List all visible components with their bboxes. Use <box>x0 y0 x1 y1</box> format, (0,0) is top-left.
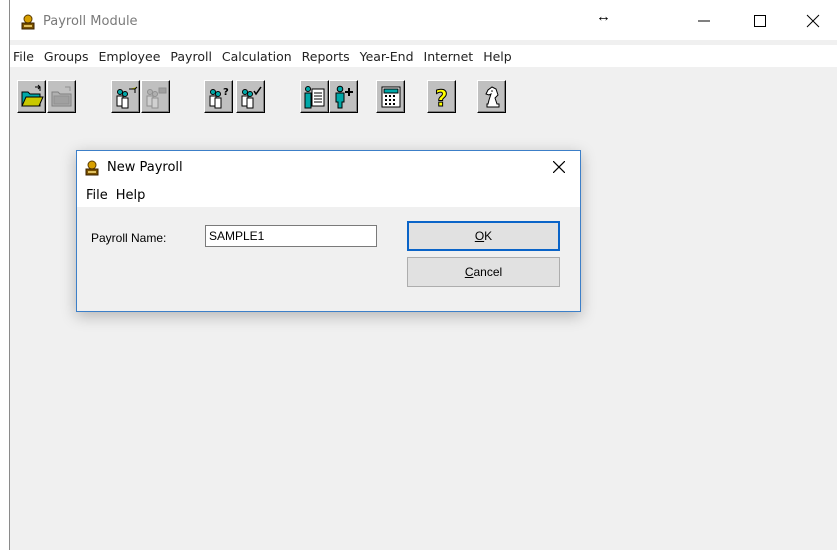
payroll-name-input[interactable] <box>205 225 377 247</box>
knight-chess-icon <box>485 86 500 108</box>
close-payroll-button[interactable] <box>47 80 76 113</box>
calculation-button[interactable] <box>376 80 405 113</box>
dialog-menu-file[interactable]: File <box>77 188 112 203</box>
cancel-label: ancel <box>473 265 503 279</box>
open-group-button[interactable] <box>111 80 140 113</box>
help-question-icon: ? <box>435 87 449 111</box>
help-button[interactable]: ? <box>427 80 456 113</box>
svg-text:?: ? <box>223 87 229 98</box>
group-query-button[interactable]: ? <box>204 80 233 113</box>
dialog-title: New Payroll <box>107 160 183 175</box>
close-group-button[interactable] <box>141 80 170 113</box>
open-payroll-button[interactable] <box>17 80 46 113</box>
about-button[interactable] <box>477 80 506 113</box>
add-employee-icon <box>335 85 353 109</box>
app-icon <box>19 13 37 31</box>
employee-file-button[interactable] <box>300 80 329 113</box>
new-payroll-dialog: New Payroll File Help Payroll Name: OK C… <box>76 150 581 312</box>
menu-internet[interactable]: Internet <box>419 49 479 64</box>
menu-bar: File Groups Employee Payroll Calculation… <box>10 45 837 67</box>
menu-file[interactable]: File <box>10 49 39 64</box>
dialog-app-icon <box>83 159 101 177</box>
menu-calculation[interactable]: Calculation <box>217 49 297 64</box>
ok-accelerator: O <box>474 229 485 243</box>
close-folder-icon <box>51 86 72 107</box>
close-button[interactable] <box>792 6 837 36</box>
menu-payroll[interactable]: Payroll <box>165 49 217 64</box>
group-check-icon <box>241 86 262 109</box>
menu-help[interactable]: Help <box>478 49 517 64</box>
resize-cursor-icon: ↔ <box>596 8 611 25</box>
ok-label: K <box>484 229 493 243</box>
window-title: Payroll Module <box>43 14 138 29</box>
employee-file-icon <box>304 86 325 109</box>
ok-button[interactable]: OK <box>407 221 560 251</box>
menu-groups[interactable]: Groups <box>39 49 94 64</box>
minimize-button[interactable] <box>683 6 729 36</box>
svg-text:?: ? <box>435 87 448 110</box>
menu-employee[interactable]: Employee <box>94 49 166 64</box>
dialog-title-bar[interactable]: New Payroll <box>77 151 580 183</box>
toolbar: ? ? <box>10 69 837 119</box>
menu-year-end[interactable]: Year-End <box>355 49 419 64</box>
menu-reports[interactable]: Reports <box>297 49 355 64</box>
title-bar[interactable]: Payroll Module ↔ <box>10 0 837 40</box>
group-query-icon: ? <box>209 87 229 109</box>
open-group-icon <box>116 86 138 109</box>
add-employee-button[interactable] <box>329 80 358 113</box>
cancel-accelerator: C <box>464 265 474 279</box>
group-check-button[interactable] <box>236 80 265 113</box>
dialog-menu-bar: File Help <box>77 183 580 207</box>
close-group-icon <box>146 87 167 109</box>
dialog-menu-help[interactable]: Help <box>112 188 150 203</box>
cancel-button[interactable]: Cancel <box>407 257 560 287</box>
dialog-close-button[interactable] <box>544 155 574 179</box>
close-icon <box>553 161 565 173</box>
maximize-button[interactable] <box>739 6 785 36</box>
payroll-name-label: Payroll Name: <box>91 231 167 245</box>
open-folder-icon <box>21 84 44 107</box>
calculator-icon <box>381 86 401 108</box>
